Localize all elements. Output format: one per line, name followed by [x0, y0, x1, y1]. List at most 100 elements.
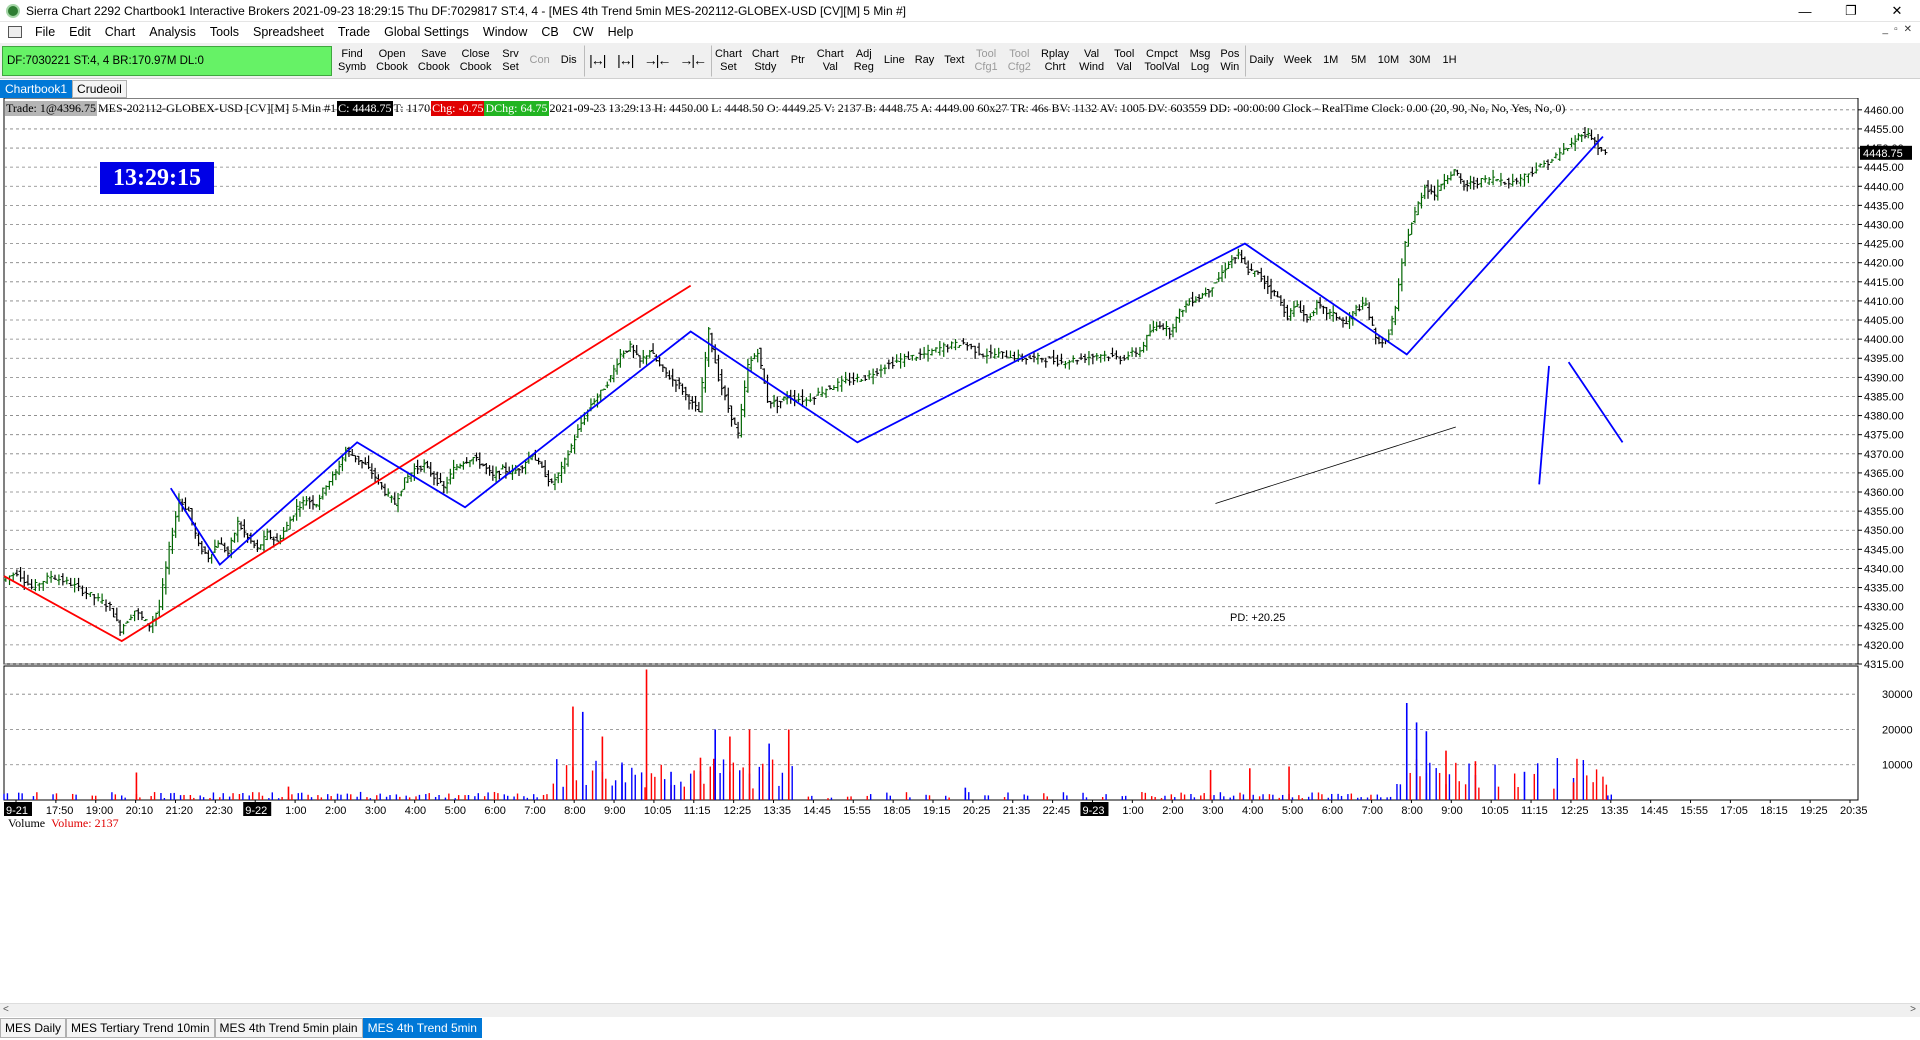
adj-reg-button[interactable]: Adj Reg: [850, 45, 878, 77]
rplay-chrt-button[interactable]: Rplay Chrt: [1037, 45, 1073, 77]
time-tick-label: 18:15: [1760, 805, 1788, 817]
chart-set-button[interactable]: Chart Set: [710, 44, 746, 77]
line-button[interactable]: Line: [880, 45, 909, 77]
app-icon: [6, 3, 20, 18]
menu-cb[interactable]: CB: [534, 25, 565, 39]
time-tick-label: 15:55: [843, 805, 871, 817]
time-tick-label: 10:05: [1481, 805, 1509, 817]
time-tick-label: 2:00: [1162, 805, 1183, 817]
time-tick-label: 20:35: [1840, 805, 1868, 817]
close-cbook-button[interactable]: Close Cbook: [456, 45, 496, 77]
price-tick-label: 4330.00: [1864, 602, 1904, 614]
menu-help[interactable]: Help: [601, 25, 641, 39]
restore-button[interactable]: ❐: [1828, 0, 1874, 22]
time-tick-label: 8:00: [564, 805, 585, 817]
menu-edit[interactable]: Edit: [62, 25, 98, 39]
zoom-tool-icon-8[interactable]: |↔|: [612, 45, 638, 77]
time-tick-label: 14:45: [803, 805, 831, 817]
menu-file[interactable]: File: [28, 25, 62, 39]
menu-chart[interactable]: Chart: [98, 25, 143, 39]
tool-cfg2-button[interactable]: Tool Cfg2: [1004, 45, 1035, 77]
price-tick-label: 4340.00: [1864, 563, 1904, 575]
chart-val-button[interactable]: Chart Val: [813, 45, 848, 77]
dis-button[interactable]: Dis: [556, 45, 582, 77]
chart-stdy-label-1: Stdy: [754, 60, 777, 73]
time-tick-label: 13:35: [1601, 805, 1629, 817]
volume-panel: [3, 665, 1859, 801]
menu-global-settings[interactable]: Global Settings: [377, 25, 476, 39]
tool-val-button[interactable]: Tool Val: [1110, 45, 1138, 77]
menu-analysis[interactable]: Analysis: [142, 25, 203, 39]
week-button[interactable]: Week: [1280, 45, 1316, 77]
mdi-minimize-button[interactable]: _: [1883, 24, 1889, 35]
chart-tab-3[interactable]: MES 4th Trend 5min: [362, 1018, 482, 1038]
price-tick-label: 4430.00: [1864, 219, 1904, 231]
save-cbook-button[interactable]: Save Cbook: [414, 45, 454, 77]
chartbook-tab-crudeoil[interactable]: Crudeoil: [72, 80, 127, 98]
menu-trade[interactable]: Trade: [331, 25, 377, 39]
price-tick-label: 4410.00: [1864, 296, 1904, 308]
srv-set-button[interactable]: Srv Set: [498, 45, 524, 77]
text-button[interactable]: Text: [940, 45, 968, 77]
horizontal-scrollbar[interactable]: < >: [0, 1003, 1920, 1017]
pos-win-label-0: Pos: [1220, 47, 1240, 60]
menu-bar: File Edit Chart Analysis Tools Spreadshe…: [0, 22, 1920, 42]
1h-button[interactable]: 1H: [1437, 45, 1463, 77]
time-tick-label: 12:25: [724, 805, 752, 817]
document-icon[interactable]: [8, 26, 22, 38]
tool-cfg2-label-0: Tool: [1009, 47, 1030, 60]
chart-tab-0[interactable]: MES Daily: [0, 1018, 67, 1038]
close-button[interactable]: ✕: [1874, 0, 1920, 22]
scroll-right-icon[interactable]: >: [1910, 1004, 1916, 1015]
price-tick-label: 4335.00: [1864, 583, 1904, 595]
menu-tools[interactable]: Tools: [203, 25, 246, 39]
chart-val-label-1: Val: [822, 60, 838, 73]
msg-log-button[interactable]: Msg Log: [1186, 45, 1215, 77]
chart-tab-1[interactable]: MES Tertiary Trend 10min: [66, 1018, 215, 1038]
minimize-button[interactable]: —: [1782, 0, 1828, 22]
price-tick-label: 4360.00: [1864, 487, 1904, 499]
open-cbook-button[interactable]: Open Cbook: [372, 45, 412, 77]
chart-stdy-button[interactable]: Chart Stdy: [748, 45, 783, 77]
data-feed-status[interactable]: DF:7030221 ST:4, 4 BR:170.97M DL:0: [2, 45, 332, 76]
tool-cfg1-button[interactable]: Tool Cfg1: [970, 45, 1001, 77]
mdi-close-button[interactable]: ✕: [1904, 24, 1912, 35]
menu-window[interactable]: Window: [476, 25, 534, 39]
time-tick-label: 22:45: [1043, 805, 1071, 817]
chartbook-tab-chartbook1[interactable]: Chartbook1: [0, 80, 73, 98]
10m-button[interactable]: 10M: [1374, 45, 1403, 77]
time-tick-label: 1:00: [285, 805, 306, 817]
5m-button[interactable]: 5M: [1346, 45, 1372, 77]
daily-button[interactable]: Daily: [1245, 44, 1277, 77]
ray-button[interactable]: Ray: [911, 45, 939, 77]
price-tick-label: 4325.00: [1864, 621, 1904, 633]
con-button[interactable]: Con: [526, 45, 554, 77]
chart-canvas[interactable]: 4315.00 4320.00 4325.00 4330.00 4335.00 4340.…: [0, 98, 1920, 1003]
price-tick-label: 4370.00: [1864, 449, 1904, 461]
1m-button[interactable]: 1M: [1318, 45, 1344, 77]
ptr-button[interactable]: Ptr: [785, 45, 811, 77]
cmpct-toolval-button[interactable]: Cmpct ToolVal: [1140, 45, 1183, 77]
price-tick-label: 4440.00: [1864, 181, 1904, 193]
zoom-tool-icon-10[interactable]: →|←: [675, 45, 709, 77]
time-tick-label: 5:00: [445, 805, 466, 817]
price-tick-label: 4315.00: [1864, 659, 1904, 671]
zoom-tool-icon-7[interactable]: |↔|: [583, 44, 610, 77]
pos-win-button[interactable]: Pos Win: [1216, 45, 1243, 77]
time-tick-label: 8:00: [1401, 805, 1422, 817]
find-symb-button[interactable]: Find Symb: [334, 45, 370, 77]
30m-button[interactable]: 30M: [1405, 45, 1434, 77]
mdi-restore-button[interactable]: ▫: [1894, 24, 1898, 35]
zoom-tool-icon-9[interactable]: →|←: [640, 45, 674, 77]
chart-area[interactable]: 4315.00 4320.00 4325.00 4330.00 4335.00 4340.…: [0, 98, 1920, 1010]
menu-spreadsheet[interactable]: Spreadsheet: [246, 25, 331, 39]
scroll-left-icon[interactable]: <: [3, 1004, 9, 1015]
tool-cfg1-label-0: Tool: [975, 47, 997, 60]
title-bar: Sierra Chart 2292 Chartbook1 Interactive…: [0, 0, 1920, 22]
find-symb-label-1: Symb: [338, 60, 367, 73]
chart-info-line: Trade: 1@4396.75 MES-202112-GLOBEX-USD […: [5, 100, 1566, 116]
chart-tab-2[interactable]: MES 4th Trend 5min plain: [214, 1018, 363, 1038]
val-wind-button[interactable]: Val Wind: [1075, 45, 1108, 77]
menu-cw[interactable]: CW: [566, 25, 601, 39]
tool-val-label-1: Val: [1116, 60, 1132, 73]
